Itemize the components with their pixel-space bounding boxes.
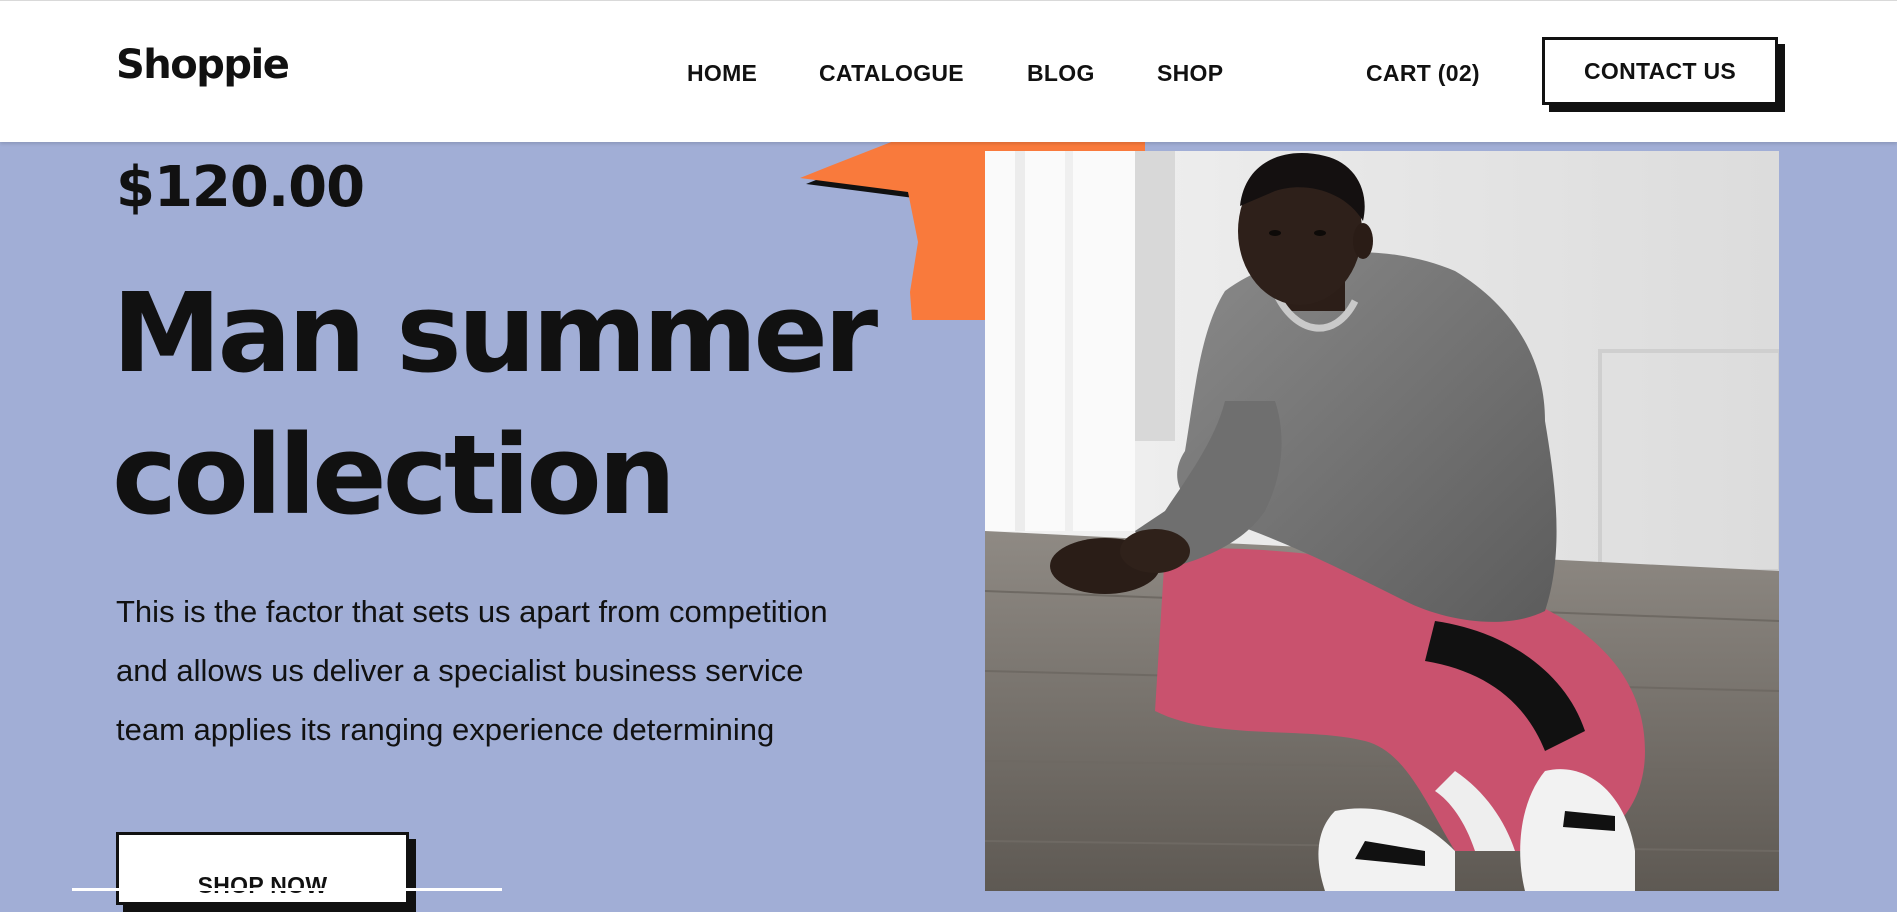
nav-catalogue[interactable]: CATALOGUE: [819, 60, 964, 87]
nav-shop[interactable]: SHOP: [1157, 60, 1223, 87]
nav-home[interactable]: HOME: [687, 60, 757, 87]
description-line-3: team applies its ranging experience dete…: [116, 712, 775, 747]
description-line-2: and allows us deliver a specialist busin…: [116, 653, 804, 688]
logo[interactable]: Shoppie: [116, 45, 290, 85]
model-photo: [985, 151, 1779, 891]
contact-button-wrapper: CONTACT US: [1542, 37, 1785, 112]
site-header: Shoppie HOME CATALOGUE BLOG SHOP CART (0…: [0, 0, 1897, 142]
shop-now-wrapper: SHOP NOW: [116, 832, 416, 912]
shop-now-button[interactable]: SHOP NOW: [116, 832, 409, 905]
nav-blog[interactable]: BLOG: [1027, 60, 1095, 87]
product-price: $120.00: [116, 155, 365, 220]
description-line-1: This is the factor that sets us apart fr…: [116, 594, 828, 629]
contact-us-button[interactable]: CONTACT US: [1542, 37, 1778, 105]
headline-line-2: collection: [112, 411, 676, 539]
nav-cart[interactable]: CART (02): [1366, 60, 1480, 87]
hero-description: This is the factor that sets us apart fr…: [116, 582, 936, 759]
